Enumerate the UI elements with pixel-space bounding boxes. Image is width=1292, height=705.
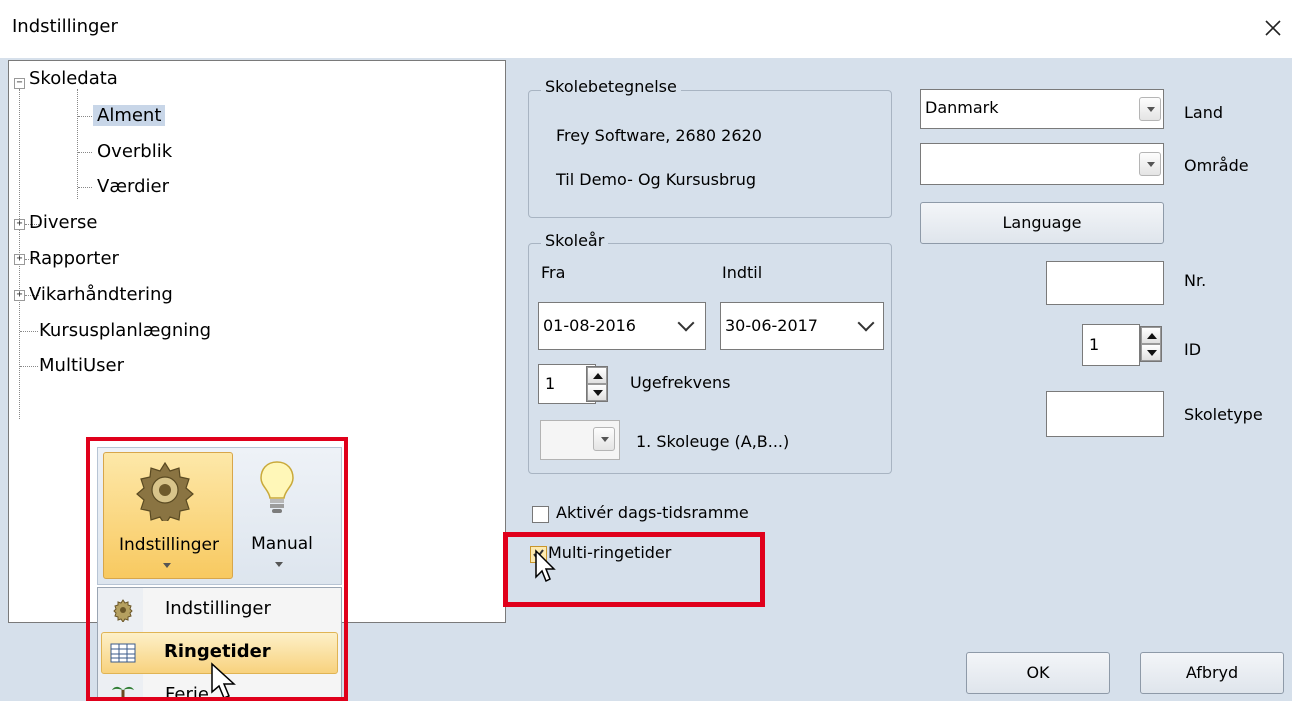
tree-node-vaerdier[interactable]: Værdier bbox=[97, 174, 169, 200]
lightbulb-icon bbox=[257, 458, 297, 520]
palm-tree-icon bbox=[111, 682, 135, 701]
school-year-group-label: Skoleår bbox=[541, 231, 609, 250]
expand-icon[interactable]: + bbox=[14, 290, 25, 301]
tree-node-overblik[interactable]: Overblik bbox=[97, 139, 172, 165]
menu-item-settings-label: Indstillinger bbox=[165, 598, 271, 619]
id-spinner[interactable] bbox=[1140, 326, 1162, 362]
chevron-down-icon bbox=[857, 314, 875, 332]
language-button[interactable]: Language bbox=[920, 202, 1164, 244]
tree-node-diverse[interactable]: Diverse bbox=[29, 210, 97, 236]
multi-bells-label: Multi-ringetider bbox=[548, 543, 672, 562]
manual-ribbon-label: Manual bbox=[251, 534, 313, 554]
school-name-line2: Til Demo- Og Kursusbrug bbox=[556, 170, 757, 189]
cancel-button[interactable]: Afbryd bbox=[1140, 652, 1284, 694]
spin-down-icon[interactable] bbox=[1141, 344, 1161, 361]
school-type-label: Skoletype bbox=[1184, 405, 1263, 424]
menu-item-holiday-label: Ferie bbox=[165, 684, 209, 701]
title-bar bbox=[0, 0, 1292, 58]
id-label: ID bbox=[1184, 340, 1202, 359]
tree-node-alment[interactable]: Alment bbox=[93, 103, 166, 129]
number-input[interactable] bbox=[1046, 261, 1164, 305]
dropdown-arrow-icon[interactable] bbox=[1139, 97, 1161, 121]
first-week-combo[interactable] bbox=[540, 420, 620, 460]
tree-node-kursusplanlaegning[interactable]: Kursusplanlægning bbox=[39, 318, 211, 344]
spin-down-icon[interactable] bbox=[587, 384, 607, 401]
menu-item-bells-label: Ringetider bbox=[164, 641, 271, 662]
day-frame-checkbox[interactable] bbox=[532, 506, 549, 523]
from-label: Fra bbox=[541, 263, 566, 282]
first-week-label: 1. Skoleuge (A,B...) bbox=[636, 432, 790, 451]
to-label: Indtil bbox=[722, 263, 763, 282]
mouse-cursor-icon bbox=[534, 549, 558, 585]
area-select[interactable] bbox=[920, 143, 1164, 185]
school-name-line1: Frey Software, 2680 2620 bbox=[556, 126, 762, 145]
dropdown-arrow-icon[interactable] bbox=[593, 427, 615, 451]
gear-icon bbox=[134, 459, 196, 527]
settings-ribbon-button[interactable]: Indstillinger bbox=[103, 452, 233, 579]
country-select[interactable]: Danmark bbox=[920, 89, 1164, 129]
day-frame-label: Aktivér dags-tidsramme bbox=[556, 503, 749, 522]
ok-button[interactable]: OK bbox=[966, 652, 1110, 694]
window-title: Indstillinger bbox=[12, 16, 118, 37]
school-name-group-label: Skolebetegnelse bbox=[541, 77, 681, 96]
settings-ribbon-label: Indstillinger bbox=[118, 535, 219, 555]
area-label: Område bbox=[1184, 156, 1249, 175]
mouse-cursor-icon bbox=[208, 662, 240, 701]
school-type-input[interactable] bbox=[1046, 391, 1164, 437]
tree-node-skoledata[interactable]: Skoledata bbox=[29, 66, 118, 92]
tree-node-multiuser[interactable]: MultiUser bbox=[39, 353, 124, 379]
week-frequency-spinner[interactable] bbox=[586, 366, 608, 402]
from-date-picker[interactable]: 01-08-2016 bbox=[538, 302, 706, 350]
dropdown-arrow-icon[interactable] bbox=[1139, 152, 1161, 176]
number-label: Nr. bbox=[1184, 271, 1207, 290]
spin-up-icon[interactable] bbox=[587, 367, 607, 384]
table-icon bbox=[110, 643, 136, 663]
tree-node-vikarhaandtering[interactable]: Vikarhåndtering bbox=[29, 282, 173, 308]
week-frequency-label: Ugefrekvens bbox=[630, 373, 731, 392]
chevron-down-icon bbox=[677, 314, 695, 332]
gear-icon bbox=[111, 598, 135, 623]
expand-icon[interactable]: + bbox=[14, 254, 25, 265]
close-icon[interactable] bbox=[1258, 10, 1288, 44]
dropdown-arrow-icon bbox=[163, 563, 171, 568]
menu-item-settings[interactable]: Indstillinger bbox=[101, 590, 338, 630]
spin-up-icon[interactable] bbox=[1141, 327, 1161, 344]
expand-icon[interactable]: + bbox=[14, 219, 25, 230]
tree-node-rapporter[interactable]: Rapporter bbox=[29, 246, 119, 272]
manual-ribbon-button[interactable]: Manual bbox=[237, 452, 327, 579]
id-input[interactable]: 1 bbox=[1082, 324, 1140, 366]
country-label: Land bbox=[1184, 103, 1224, 122]
school-name-group bbox=[528, 90, 892, 218]
to-date-picker[interactable]: 30-06-2017 bbox=[720, 302, 884, 350]
dropdown-arrow-icon bbox=[275, 562, 283, 567]
collapse-icon[interactable]: − bbox=[14, 78, 25, 89]
